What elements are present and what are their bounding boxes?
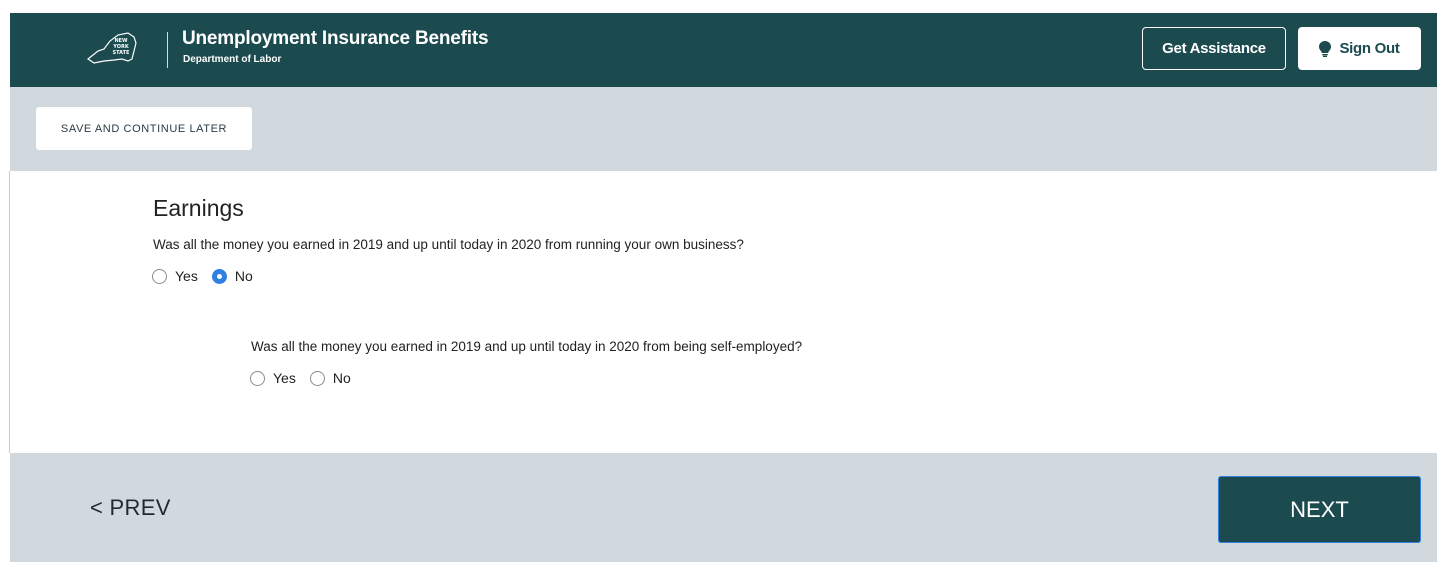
footer-nav: < PREV NEXT <box>10 453 1437 562</box>
header-divider <box>167 32 168 68</box>
save-and-continue-later-button[interactable]: SAVE AND CONTINUE LATER <box>36 107 252 150</box>
app-subtitle: Department of Labor <box>183 54 282 65</box>
ny-state-logo-icon: NEW YORK STATE <box>86 32 137 64</box>
section-title: Earnings <box>153 195 244 221</box>
radio-label-self-employed-yes: Yes <box>273 370 296 386</box>
lightbulb-icon <box>1319 40 1332 57</box>
sign-out-button[interactable]: Sign Out <box>1298 27 1421 70</box>
radio-self-employed-yes[interactable] <box>250 370 265 386</box>
app-header: NEW YORK STATE Unemployment Insurance Be… <box>10 13 1437 87</box>
radio-label-business-no: No <box>234 268 253 284</box>
question-self-employed: Was all the money you earned in 2019 and… <box>251 339 803 354</box>
get-assistance-button[interactable]: Get Assistance <box>1142 27 1286 70</box>
radio-business-yes[interactable] <box>152 268 167 284</box>
prev-button[interactable]: < PREV <box>90 495 171 521</box>
radio-group-business: Yes No <box>152 268 267 284</box>
form-content: Earnings Was all the money you earned in… <box>10 171 1437 453</box>
radio-label-business-yes: Yes <box>175 268 198 284</box>
sign-out-label: Sign Out <box>1339 40 1400 57</box>
radio-group-self-employed: Yes No <box>250 370 365 386</box>
next-button[interactable]: NEXT <box>1218 476 1421 543</box>
toolbar: SAVE AND CONTINUE LATER <box>10 87 1437 171</box>
radio-label-self-employed-no: No <box>332 370 351 386</box>
radio-business-no[interactable] <box>211 268 227 284</box>
radio-self-employed-no[interactable] <box>309 370 325 386</box>
svg-text:STATE: STATE <box>113 50 131 56</box>
get-assistance-label: Get Assistance <box>1162 40 1266 57</box>
app-title: Unemployment Insurance Benefits <box>182 28 489 49</box>
question-business: Was all the money you earned in 2019 and… <box>153 237 744 252</box>
